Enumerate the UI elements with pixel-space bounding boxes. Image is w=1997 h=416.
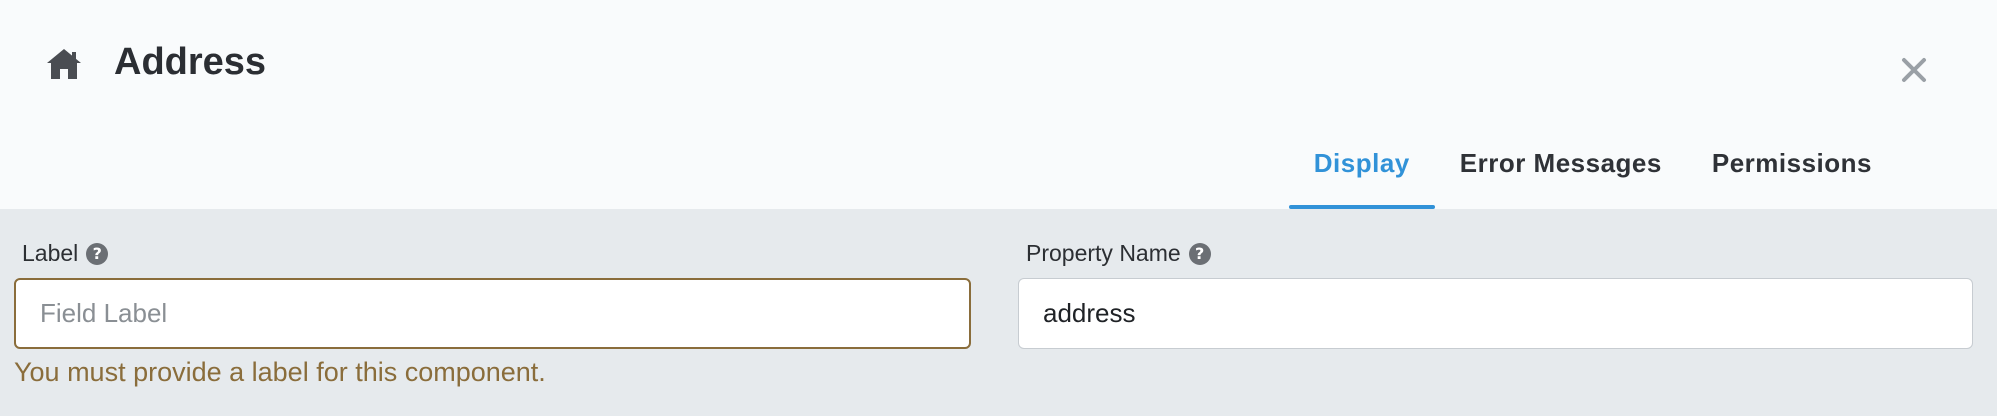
label-field-label-text: Label [22,240,79,266]
property-name-field-label: Property Name ? [1026,240,1211,267]
help-icon[interactable]: ? [86,242,109,265]
label-input[interactable] [14,278,971,349]
property-name-label-text: Property Name [1026,240,1181,266]
tab-display[interactable]: Display [1288,132,1435,209]
tab-permissions[interactable]: Permissions [1687,132,1897,209]
tab-bar: Display Error Messages Permissions [1288,132,1897,209]
home-icon[interactable] [44,46,84,82]
page-title: Address [114,41,267,83]
property-name-input[interactable] [1018,278,1973,349]
close-icon[interactable] [1896,52,1932,88]
tab-error-messages[interactable]: Error Messages [1435,132,1687,209]
label-error-message: You must provide a label for this compon… [14,357,546,387]
modal-header: Address Display Error Messages Permissio… [0,0,1997,209]
label-field-label: Label ? [22,240,109,267]
help-icon[interactable]: ? [1188,242,1211,265]
